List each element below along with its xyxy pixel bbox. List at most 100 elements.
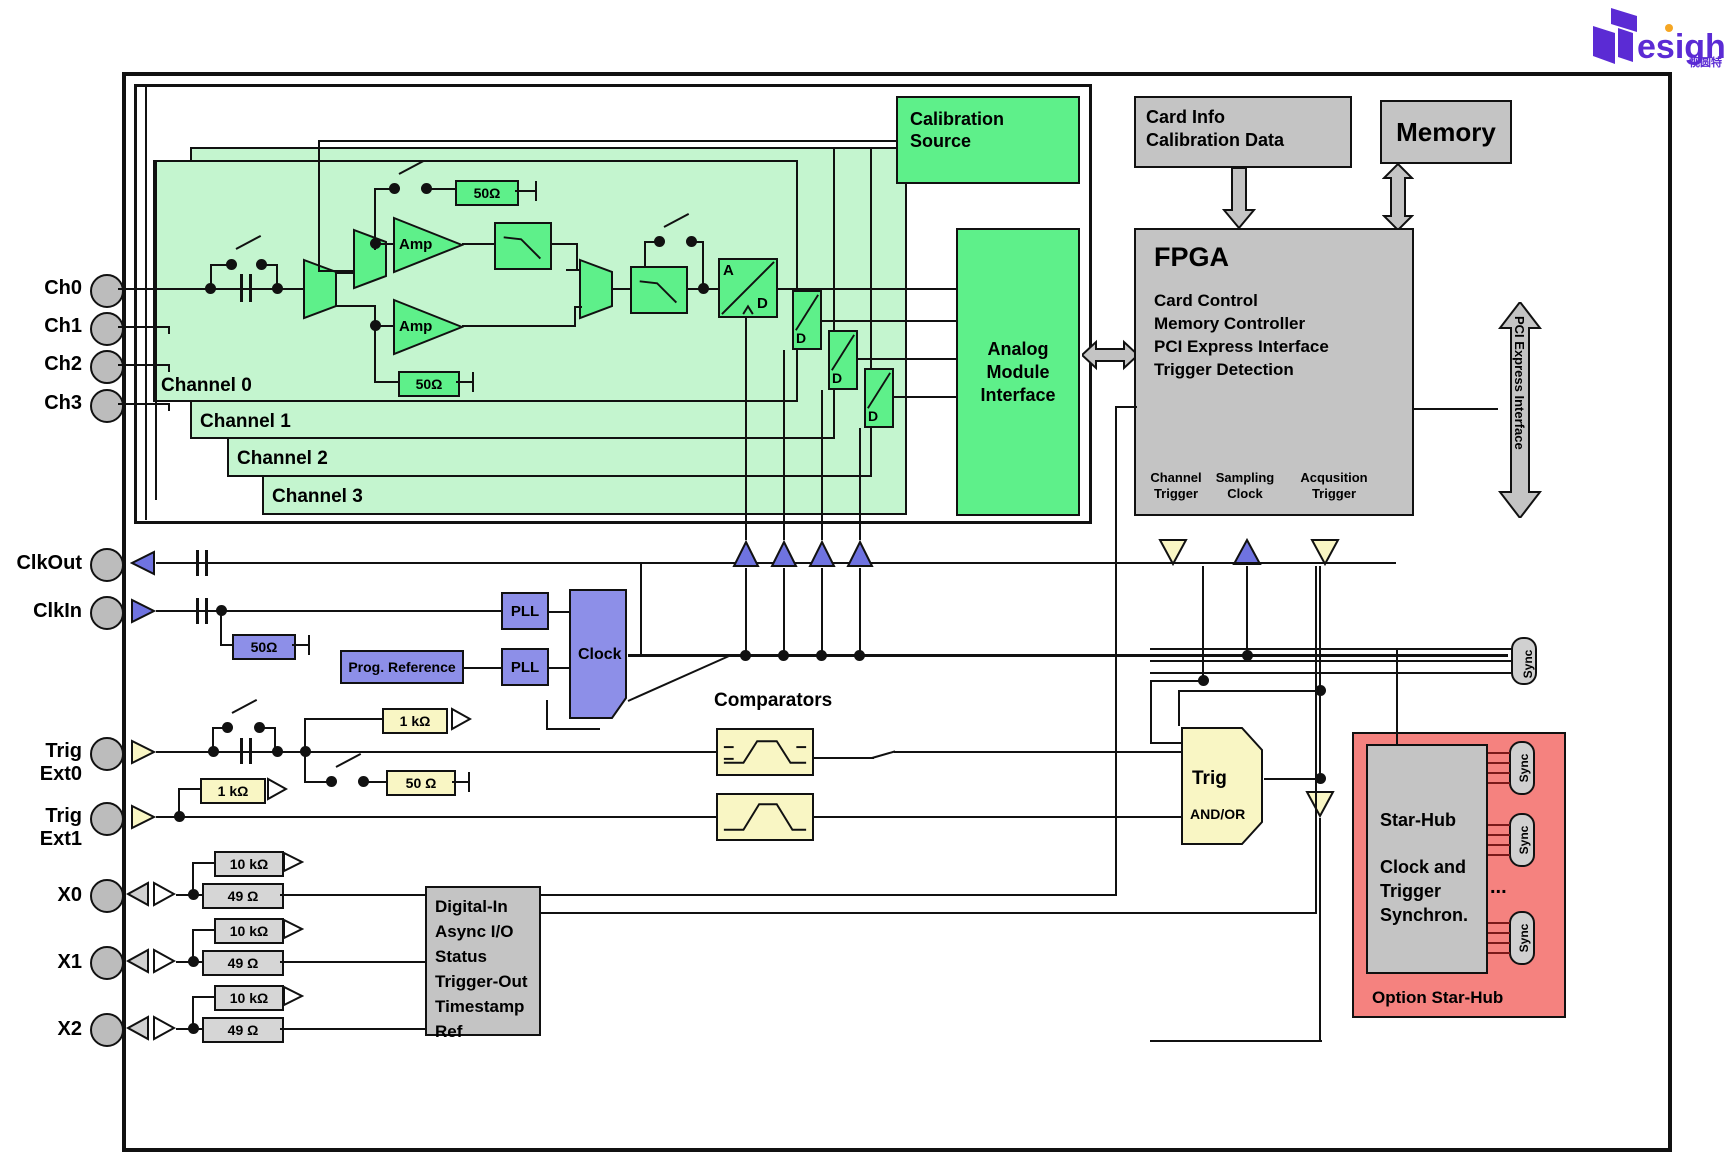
upper-term-contact-a: [389, 183, 400, 194]
pll-2-label: PLL: [510, 658, 540, 676]
digital-in-item-6: Ref: [435, 1022, 463, 1041]
x0-to-digitalin: [280, 894, 428, 896]
star-hub-desc-l2: Trigger: [1380, 881, 1442, 901]
svg-text:视圆特: 视圆特: [1689, 55, 1722, 68]
fpga-port-sc-l1: Sampling: [1215, 470, 1275, 485]
clock-lower-return: [546, 728, 600, 730]
adc1-clock-arrow-icon: [770, 539, 798, 568]
ch2-stub: [118, 364, 170, 366]
input-connector-ch1[interactable]: [90, 312, 124, 346]
input-connector-ch0[interactable]: [90, 274, 124, 308]
channel-0-label: Channel 0: [161, 375, 252, 396]
trigext1-buffer-icon: [130, 804, 157, 830]
resistor-1k-trigext0: 1 kΩ: [382, 708, 448, 734]
x2-in-buffer-icon: [152, 1015, 177, 1041]
card-info-block: Card Info Calibration Data: [1134, 96, 1352, 168]
io-connector-x0[interactable]: [90, 879, 124, 913]
starhub-strand-3b: [1488, 932, 1510, 934]
sync-connector-top[interactable]: Sync: [1510, 636, 1538, 686]
star-hub-sync-connector-1[interactable]: Sync: [1508, 740, 1536, 796]
input-connector-ch3[interactable]: [90, 389, 124, 423]
x0-line: [176, 894, 202, 896]
option-star-hub-label: Option Star-Hub: [1372, 988, 1504, 1007]
comparator0-to-trig: [894, 751, 1182, 753]
fpga-feature-4: Trigger Detection: [1154, 360, 1294, 379]
input-connector-trigext0[interactable]: [90, 737, 124, 771]
resistor-50ohm-lower: 50Ω: [398, 371, 460, 397]
starhub-strand-3d: [1488, 952, 1510, 954]
ch0-path-mux: [352, 228, 388, 290]
resistor-10k-x0: 10 kΩ: [214, 851, 284, 877]
trigext0-50-leg: [304, 751, 306, 783]
card-info-to-fpga-arrow: [1221, 167, 1257, 230]
trigext0-50-gnd: [468, 772, 470, 792]
pci-express-interface-label: PCI Express Interface: [1512, 316, 1527, 450]
ami-fpga-bus-arrow: [1080, 338, 1140, 372]
amp-upper-in: [374, 243, 394, 245]
fpga-port-sc-l2: Clock: [1227, 486, 1263, 501]
input-connector-trigext1[interactable]: [90, 802, 124, 836]
memory-fpga-bus-arrow: [1381, 162, 1415, 232]
adc-ch0-label-d: D: [757, 295, 768, 312]
card-info-line-1: Card Info: [1146, 107, 1225, 127]
port-label-clkin: ClkIn: [33, 600, 82, 622]
comparators-label: Comparators: [714, 690, 833, 711]
port-label-trigext0: Trig Ext0: [39, 740, 82, 785]
fpga-port-at-l2: Trigger: [1311, 486, 1357, 501]
ch1-stub: [118, 326, 170, 328]
adc1-data-out: [822, 320, 958, 322]
ch0-amp-upper-label: Amp: [399, 236, 433, 253]
x2-10k-lead: [192, 996, 214, 998]
trigext1-1k-lead: [178, 788, 200, 790]
clkin-term-leg: [220, 610, 222, 644]
resistor-10k-x1: 10 kΩ: [214, 918, 284, 944]
port-label-x1: X1: [57, 951, 82, 973]
input-bus-bar-3: [155, 160, 157, 500]
digitalin-out-upper: [541, 894, 1117, 896]
ch0-stub: [118, 288, 208, 290]
ami-line-1: Analog: [987, 338, 1049, 359]
x2-10k-leg: [192, 996, 194, 1028]
output-connector-clkout[interactable]: [90, 548, 124, 582]
fpga-port-at-l1: Acqusition: [1300, 470, 1368, 485]
input-connector-ch2[interactable]: [90, 350, 124, 384]
mux1-to-lower-amp: [336, 305, 376, 307]
pll-1-label: PLL: [510, 602, 540, 620]
adc1-clk-trunk: [783, 350, 785, 540]
ch0-dc-block-capacitor: [240, 274, 254, 302]
lower-term-gnd: [472, 372, 474, 392]
ch0-bypass-right-leg: [276, 264, 278, 288]
trigext1-line: [156, 816, 716, 818]
x0-10k-buffer-icon: [282, 851, 305, 873]
digital-in-item-4: Trigger-Out: [435, 972, 528, 991]
clkin-line: [156, 610, 501, 612]
x2-line: [176, 1028, 202, 1030]
fpga-port-acquisition-trigger: Acqusition Trigger: [1296, 470, 1372, 502]
input-bus-bar-1: [134, 86, 137, 520]
io-connector-x1[interactable]: [90, 946, 124, 980]
star-hub-sync-connector-2[interactable]: Sync: [1508, 812, 1536, 868]
adc-ch2-label-d: D: [832, 370, 843, 386]
clk-to-fpga-sampling: [1246, 566, 1248, 654]
adc2-data-out: [858, 358, 958, 360]
star-hub-sync-connector-3[interactable]: Sync: [1508, 910, 1536, 966]
trig-in-top-leg: [1178, 690, 1180, 726]
adc-ch0-label-a: A: [723, 262, 734, 279]
x1-10k-leg: [192, 929, 194, 961]
ch3-stub: [118, 403, 170, 405]
fpga-port-channel-trigger: Channel Trigger: [1146, 470, 1206, 502]
input-connector-clkin[interactable]: [90, 596, 124, 630]
trigext0-50-sw-a: [326, 776, 337, 787]
upper-term-right: [427, 188, 455, 190]
x1-in-buffer-icon: [152, 948, 177, 974]
trigext0-50-lead-2: [364, 781, 386, 783]
pll2-to-clock: [549, 667, 571, 669]
trigext0-buffer-icon: [130, 739, 157, 765]
postmux-bypass-right: [702, 241, 704, 288]
trigext0-1k-leg: [304, 718, 306, 752]
port-label-clkout: ClkOut: [16, 552, 82, 574]
fpga-feature-2: Memory Controller: [1154, 314, 1306, 333]
lower-term-leg: [374, 325, 376, 381]
io-connector-x2[interactable]: [90, 1013, 124, 1047]
fpga-port-ct-l2: Trigger: [1153, 486, 1199, 501]
